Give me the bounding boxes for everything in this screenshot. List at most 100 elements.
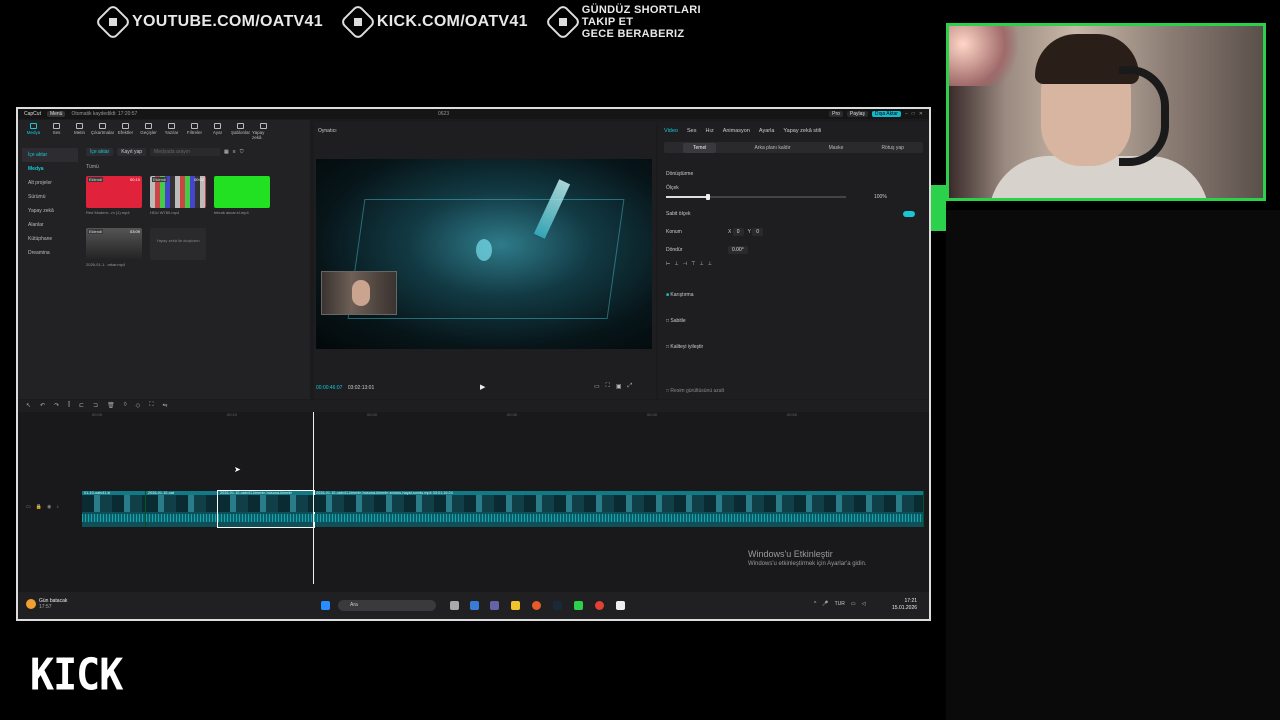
taskbar-search[interactable]: Ara [338, 600, 436, 611]
tab-animation[interactable]: Animasyon [723, 128, 750, 134]
media-thumb[interactable]: Eklendi 03:09 [86, 228, 142, 260]
scale-slider-handle[interactable] [705, 194, 710, 200]
media-thumb[interactable] [214, 176, 270, 208]
steam-icon[interactable] [553, 601, 562, 610]
maximize-icon[interactable]: □ [912, 111, 915, 117]
volume-icon[interactable]: ◁ [862, 601, 866, 607]
tab-audio[interactable]: Ses [687, 128, 696, 134]
sidebar-item-media[interactable]: Medya [22, 162, 78, 176]
all-filter-label[interactable]: Tümü [86, 164, 99, 170]
edge-icon[interactable] [470, 601, 479, 610]
marker-icon[interactable]: ◊ [124, 402, 127, 409]
toolbar-effects[interactable]: Efektler [114, 123, 137, 140]
undo-icon[interactable]: ↶ [40, 402, 45, 409]
kick-app-icon[interactable] [574, 601, 583, 610]
freeze-icon[interactable]: ◇ [136, 402, 141, 409]
grid-view-icon[interactable]: ▦ [224, 149, 229, 155]
align-middle-icon[interactable]: ⊥ [699, 261, 703, 267]
align-bottom-icon[interactable]: ⊥ [708, 261, 712, 267]
transform-section[interactable]: Dönüştürme [666, 171, 693, 177]
explorer-icon[interactable] [511, 601, 520, 610]
split-right-icon[interactable]: ⊐ [93, 402, 98, 409]
media-search-input[interactable]: Medyada arayın [150, 148, 221, 156]
rotate-input[interactable]: 0.00° [728, 246, 748, 254]
redo-icon[interactable]: ↷ [54, 402, 59, 409]
toolbar-text[interactable]: Metin [68, 123, 91, 140]
split-left-icon[interactable]: ⊏ [79, 402, 84, 409]
ratio-icon[interactable]: ▭ [594, 383, 600, 390]
sidebar-item-import[interactable]: İçe aktar [22, 148, 78, 162]
align-center-icon[interactable]: ⊥ [674, 261, 678, 267]
clock[interactable]: 17:21 15.01.2026 [892, 598, 917, 612]
fullscreen-icon[interactable]: ⤢ [628, 383, 633, 390]
mic-icon[interactable]: 🎤 [822, 601, 828, 607]
video-preview[interactable] [316, 159, 652, 349]
toolbar-transitions[interactable]: Geçişler [137, 123, 160, 140]
sidebar-item-spaces[interactable]: Alanlar [22, 218, 78, 232]
teams-icon[interactable] [490, 601, 499, 610]
media-thumb[interactable]: Eklendi 00:02 [150, 176, 206, 208]
close-icon[interactable]: ✕ [919, 111, 923, 117]
toolbar-media[interactable]: Medya [22, 123, 45, 140]
align-left-icon[interactable]: ⊢ [666, 261, 670, 267]
sidebar-item-library[interactable]: Kütüphane [22, 232, 78, 246]
tab-speed[interactable]: Hız [705, 128, 713, 134]
language-indicator[interactable]: TUR [835, 601, 845, 607]
align-right-icon[interactable]: ⊣ [683, 261, 687, 267]
toolbar-captions[interactable]: Yazılar [160, 123, 183, 140]
sort-icon[interactable]: ≡ [233, 149, 236, 155]
scale-value[interactable]: 100% [874, 194, 887, 200]
video-track[interactable]: 01-10-oatv41-kl 2026-01-10-oat 2026-01-1… [82, 490, 924, 528]
enhance-section[interactable]: □ Kaliteyi iyileştir [666, 344, 703, 350]
toolbar-templates[interactable]: Şablonlar [229, 123, 252, 140]
chrome-icon[interactable] [595, 601, 604, 610]
scale-slider[interactable] [666, 194, 846, 200]
lock-icon[interactable]: 🔒 [36, 504, 42, 510]
track-cover-icon[interactable]: ▭ [26, 504, 31, 510]
start-icon[interactable] [321, 601, 330, 610]
noise-section[interactable]: □ Resim gürültüsünü azalt [666, 388, 724, 394]
menu-button[interactable]: Menü [46, 111, 66, 117]
task-view-icon[interactable] [450, 601, 459, 610]
position-y-input[interactable]: 0 [752, 228, 764, 236]
subtab-remove-bg[interactable]: Arka planı kaldır [754, 145, 790, 151]
subtab-retouch[interactable]: Rötuş yap [881, 145, 904, 151]
import-button[interactable]: İçe aktar [86, 148, 114, 156]
sidebar-item-ai[interactable]: Yapay zekâ [22, 204, 78, 218]
webcam-overlay-preview[interactable] [321, 271, 397, 315]
subtab-mask[interactable]: Maske [829, 145, 844, 151]
capcut-icon[interactable] [616, 601, 625, 610]
toolbar-ai[interactable]: Yapay zekâ [252, 123, 275, 140]
mirror-icon[interactable]: ⇋ [163, 402, 168, 409]
blend-section[interactable]: ■ Karıştırma [666, 292, 693, 298]
tab-adjust[interactable]: Ayarla [759, 128, 775, 134]
share-button[interactable]: Paylaş [846, 111, 868, 117]
split-icon[interactable]: ⫿ [68, 402, 70, 409]
sidebar-item-subprojects[interactable]: Alt projeler [22, 176, 78, 190]
delete-icon[interactable]: 🗑 [107, 402, 115, 409]
eye-icon[interactable]: ◉ [47, 504, 51, 510]
tray-chevron-icon[interactable]: ^ [814, 601, 816, 607]
weather-widget[interactable]: Gün batacak 17:57 [26, 598, 67, 610]
timeline-clip[interactable]: 2026-01-10-oatv41-kimmin-hosuna-kimmin-z… [314, 491, 924, 527]
export-button[interactable]: Dışa Aktar [871, 111, 901, 117]
stabilize-section[interactable]: □ Sabitle [666, 318, 686, 324]
toolbar-filters[interactable]: Filtreler [183, 123, 206, 140]
subtab-basic[interactable]: Temel [683, 142, 717, 153]
align-top-icon[interactable]: ⊤ [691, 261, 695, 267]
mute-icon[interactable]: ♪ [56, 504, 59, 510]
crop-icon[interactable]: ⛶ [149, 402, 153, 409]
sidebar-item-dreamina[interactable]: Dreamina [22, 246, 78, 260]
brave-icon[interactable] [532, 601, 541, 610]
select-icon[interactable]: ↖ [26, 402, 31, 409]
timeline-clip[interactable]: 01-10-oatv41-kl [82, 491, 146, 527]
position-x-input[interactable]: 0 [732, 228, 744, 236]
timeline-clip[interactable]: 2026-01-10-oat [146, 491, 218, 527]
ai-generate-tile[interactable]: Yapay zekâ ile oluşturun [150, 228, 206, 260]
timeline-clip-selected[interactable]: 2026-01-10-oatv41-kimmin-hosuna-kimmin [217, 490, 315, 528]
sidebar-item-version[interactable]: Sürümü [22, 190, 78, 204]
tab-ai-style[interactable]: Yapay zekâ stili [783, 128, 821, 134]
snapshot-icon[interactable]: ▣ [616, 383, 622, 390]
minimize-icon[interactable]: – [905, 111, 908, 117]
toolbar-stickers[interactable]: Çıkartmalar [91, 123, 114, 140]
